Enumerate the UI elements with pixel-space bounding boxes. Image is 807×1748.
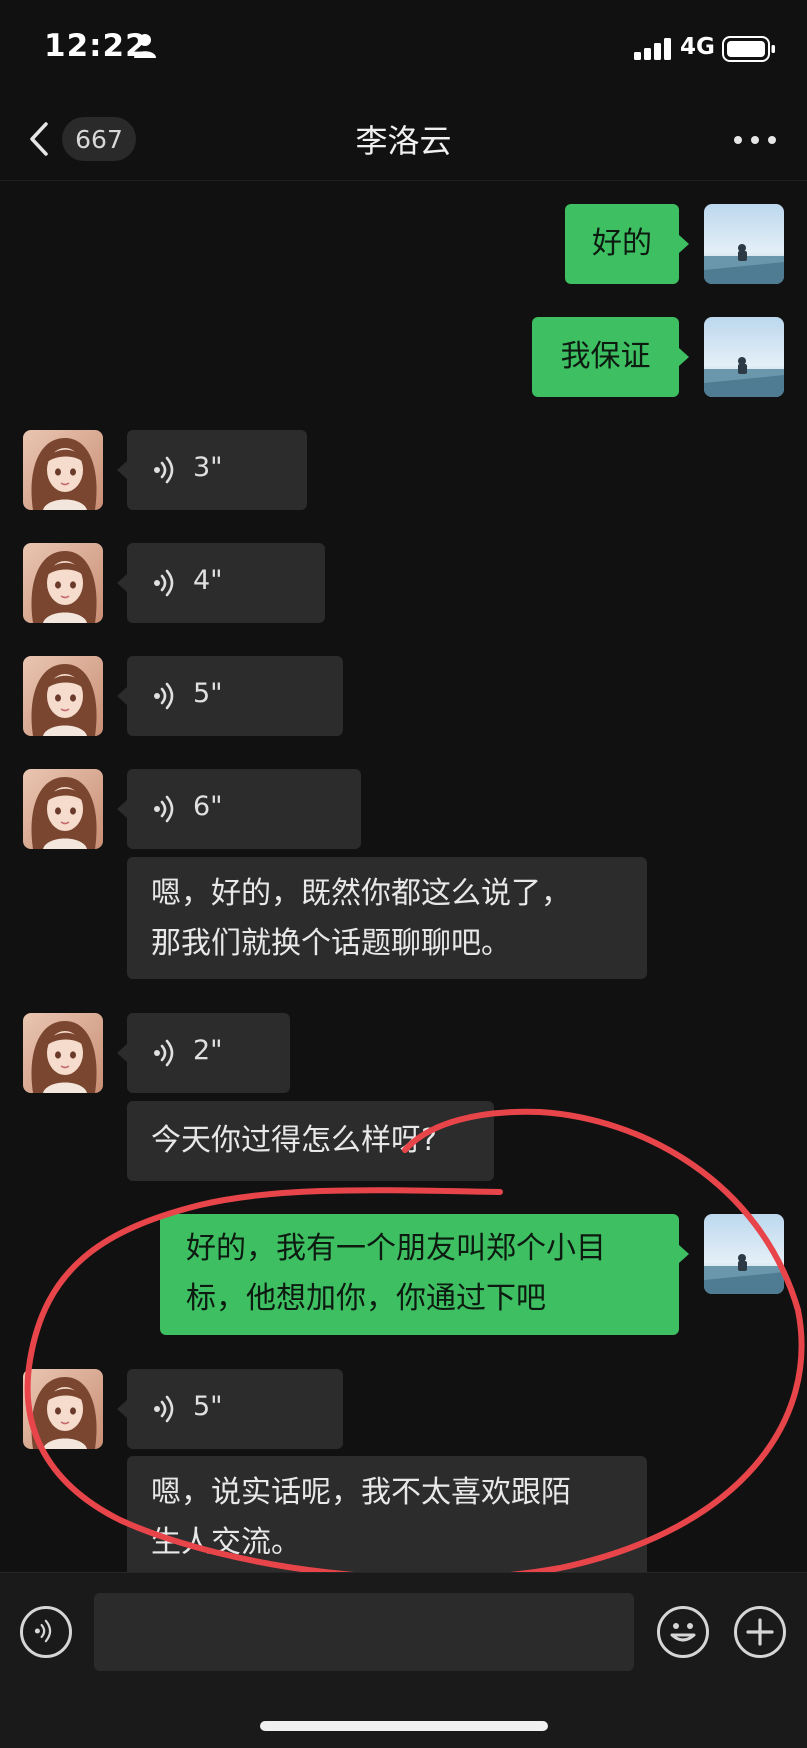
contact-avatar[interactable]	[23, 769, 103, 849]
bubble-tail	[117, 1400, 127, 1418]
my-avatar[interactable]	[704, 317, 784, 397]
contact-avatar[interactable]	[23, 430, 103, 510]
bubble-tail	[117, 461, 127, 479]
status-time: 12:22	[44, 28, 148, 64]
my-avatar[interactable]	[704, 1214, 784, 1294]
contact-avatar[interactable]	[23, 543, 103, 623]
voice-wave-icon	[153, 569, 174, 597]
message-text: 好的	[592, 226, 652, 261]
chat-title: 李洛云	[355, 122, 452, 160]
voice-duration: 3"	[193, 452, 223, 483]
emoji-button[interactable]	[657, 1606, 709, 1658]
contact-avatar[interactable]	[23, 1013, 103, 1093]
voice-wave-icon	[153, 1395, 174, 1423]
message-line: 嗯，说实话呢，我不太喜欢跟陌	[151, 1475, 571, 1510]
my-text-bubble[interactable]: 好的	[565, 204, 679, 284]
voice-mode-icon[interactable]	[34, 1617, 56, 1645]
contact-text-bubble[interactable]: 嗯，说实话呢，我不太喜欢跟陌 生人交流。	[127, 1456, 647, 1578]
person-icon	[134, 34, 156, 58]
voice-duration: 5"	[193, 1391, 223, 1422]
my-text-bubble[interactable]: 好的，我有一个朋友叫郑个小目 标，他想加你，你通过下吧	[160, 1214, 679, 1335]
plus-button[interactable]	[734, 1606, 786, 1658]
voice-duration: 4"	[193, 565, 223, 596]
bubble-tail	[679, 235, 689, 253]
my-text-bubble[interactable]: 我保证	[532, 317, 679, 397]
message-line: 好的，我有一个朋友叫郑个小目	[186, 1231, 606, 1266]
bubble-tail	[679, 348, 689, 366]
contact-text-bubble[interactable]: 今天你过得怎么样呀?	[127, 1101, 494, 1181]
contact-avatar[interactable]	[23, 1369, 103, 1449]
contact-avatar[interactable]	[23, 656, 103, 736]
bubble-tail	[117, 1044, 127, 1062]
bubble-tail	[117, 574, 127, 592]
emoji-icon[interactable]	[660, 1609, 706, 1655]
home-indicator	[260, 1721, 548, 1731]
message-line: 那我们就换个话题聊聊吧。	[151, 926, 511, 961]
message-line: 生人交流。	[151, 1525, 301, 1560]
battery-icon	[722, 36, 775, 62]
signal-bars-icon	[634, 38, 671, 60]
chat-header: 667 李洛云	[0, 100, 807, 181]
voice-wave-icon	[153, 1039, 174, 1067]
more-dots-icon[interactable]	[730, 130, 780, 150]
voice-duration: 5"	[193, 678, 223, 709]
message-input[interactable]	[94, 1593, 634, 1671]
message-text: 今天你过得怎么样呀?	[151, 1123, 437, 1158]
voice-mode-button[interactable]	[20, 1606, 72, 1658]
status-bar: 12:22 4G	[0, 0, 807, 100]
voice-wave-icon	[153, 682, 174, 710]
plus-icon[interactable]	[737, 1609, 783, 1655]
message-line: 嗯，好的，既然你都这么说了，	[151, 876, 571, 911]
voice-message-bubble[interactable]: 6"	[127, 769, 361, 849]
my-avatar[interactable]	[704, 204, 784, 284]
voice-message-bubble[interactable]: 5"	[127, 656, 343, 736]
bubble-tail	[679, 1245, 689, 1263]
voice-wave-icon	[153, 456, 174, 484]
message-line: 标，他想加你，你通过下吧	[186, 1281, 546, 1316]
message-text: 我保证	[560, 339, 651, 374]
voice-message-bubble[interactable]: 4"	[127, 543, 325, 623]
contact-text-bubble[interactable]: 嗯，好的，既然你都这么说了， 那我们就换个话题聊聊吧。	[127, 857, 647, 979]
voice-wave-icon	[153, 795, 174, 823]
bubble-tail	[117, 800, 127, 818]
voice-message-bubble[interactable]: 3"	[127, 430, 307, 510]
voice-duration: 6"	[193, 791, 223, 822]
voice-duration: 2"	[193, 1035, 223, 1066]
network-type: 4G	[680, 34, 715, 60]
voice-message-bubble[interactable]: 5"	[127, 1369, 343, 1449]
voice-message-bubble[interactable]: 2"	[127, 1013, 290, 1093]
bubble-tail	[117, 687, 127, 705]
